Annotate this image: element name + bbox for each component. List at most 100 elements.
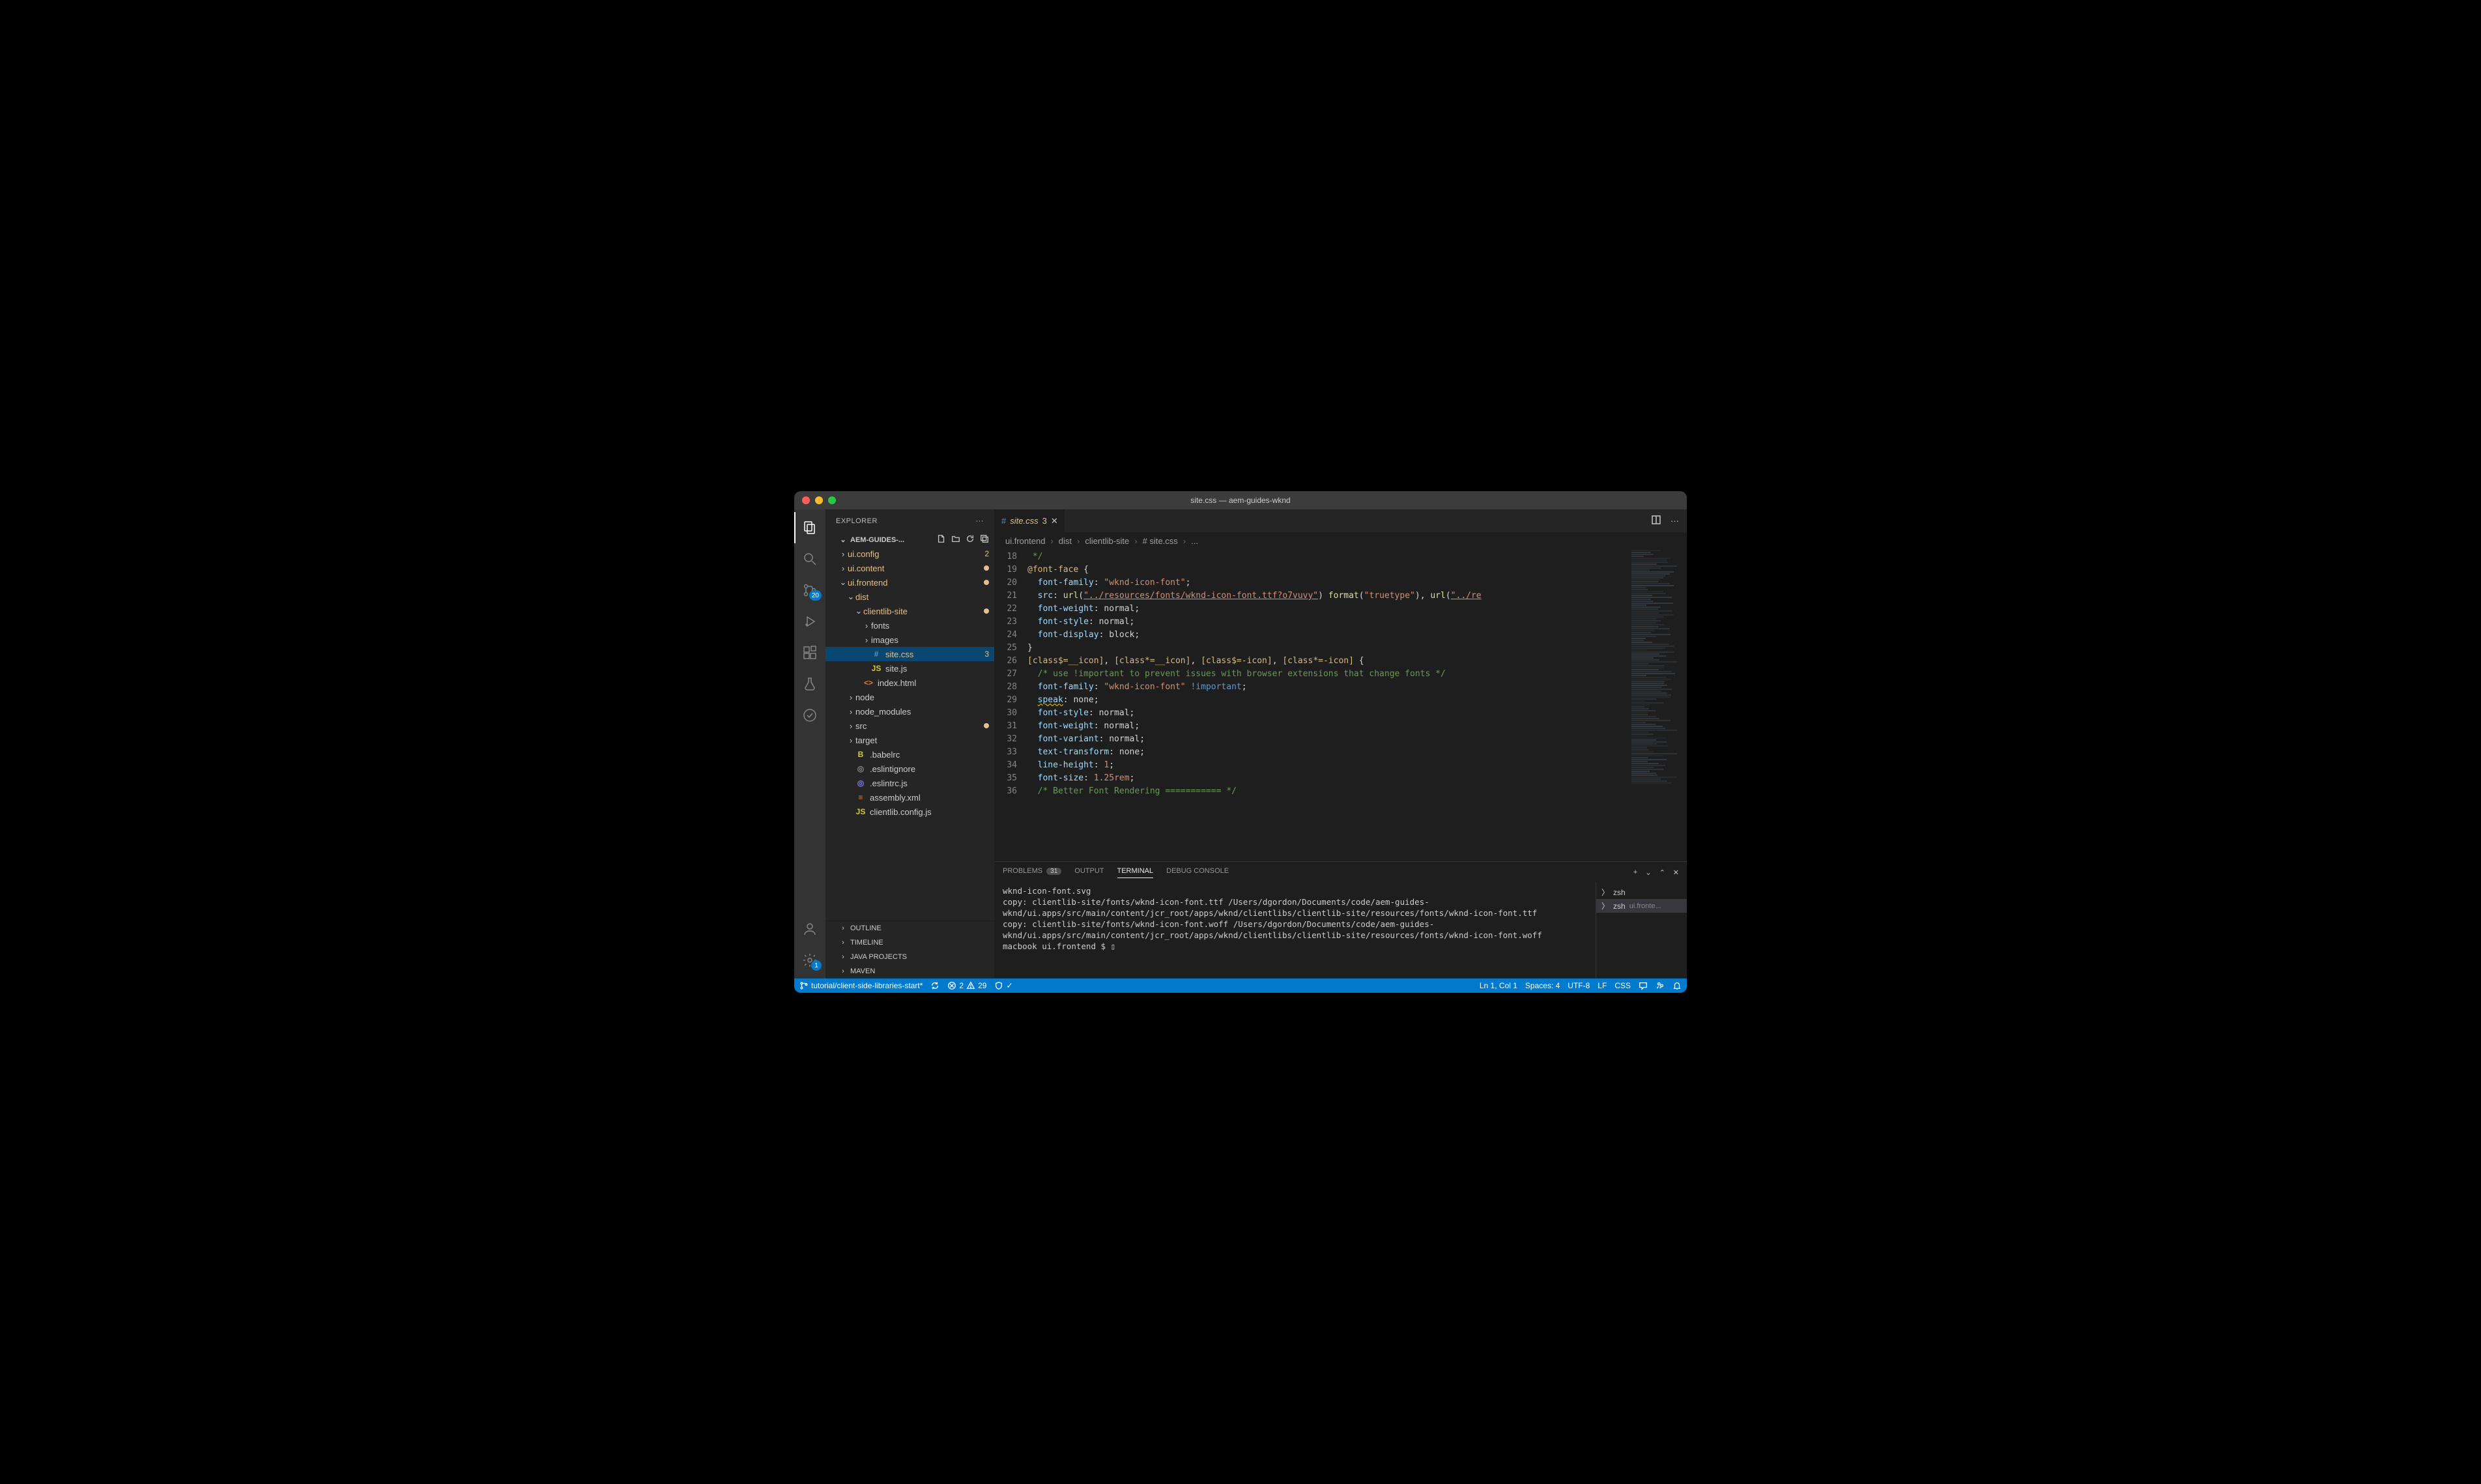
- breadcrumb-segment[interactable]: ...: [1191, 536, 1198, 546]
- tree-item-label: clientlib-site: [863, 606, 981, 616]
- problems-status[interactable]: 2 29: [947, 981, 986, 990]
- section-java-projects[interactable]: ›JAVA PROJECTS: [825, 950, 994, 964]
- live-share-icon[interactable]: [1656, 981, 1665, 990]
- git-branch[interactable]: tutorial/client-side-libraries-start*: [799, 981, 923, 990]
- breadcrumb-segment[interactable]: clientlib-site: [1085, 536, 1129, 546]
- tree-item-site-js[interactable]: JSsite.js: [825, 661, 994, 676]
- file-icon: JS: [855, 807, 866, 816]
- settings-icon[interactable]: 1: [794, 945, 825, 976]
- collapse-all-icon[interactable]: [980, 534, 989, 545]
- problems-tab[interactable]: PROBLEMS 31: [1003, 867, 1061, 878]
- search-icon[interactable]: [794, 543, 825, 575]
- tree-item-label: dist: [855, 592, 989, 602]
- tree-item-label: clientlib.config.js: [870, 807, 989, 817]
- breadcrumb[interactable]: ui.frontend›dist›clientlib-site›# site.c…: [995, 532, 1687, 549]
- terminal-tab[interactable]: TERMINAL: [1117, 867, 1154, 878]
- task-icon[interactable]: [794, 700, 825, 731]
- explorer-icon[interactable]: [794, 512, 825, 543]
- chevron-right-icon: ›: [1134, 536, 1137, 546]
- terminal-output[interactable]: wknd-icon-font.svg copy: clientlib-site/…: [995, 883, 1596, 978]
- tree-item-dist[interactable]: ⌄dist: [825, 590, 994, 604]
- file-icon: ≡: [855, 793, 866, 802]
- terminal-dropdown-icon[interactable]: ⌄: [1645, 868, 1651, 877]
- problems-count: 31: [1046, 868, 1061, 875]
- tree-item-ui-frontend[interactable]: ⌄ui.frontend: [825, 575, 994, 590]
- sidebar-footer-sections: ›OUTLINE›TIMELINE›JAVA PROJECTS›MAVEN: [825, 920, 994, 978]
- notifications-icon[interactable]: [1672, 981, 1682, 990]
- close-panel-icon[interactable]: ✕: [1673, 868, 1679, 877]
- tree-item-clientlib-config-js[interactable]: JS clientlib.config.js: [825, 805, 994, 819]
- new-folder-icon[interactable]: [951, 534, 960, 545]
- tree-item-label: ui.frontend: [848, 578, 981, 588]
- css-file-icon: #: [1001, 516, 1006, 526]
- terminal-instance[interactable]: 〉zsh ui.fronte...: [1596, 899, 1687, 913]
- indentation[interactable]: Spaces: 4: [1525, 981, 1560, 990]
- chevron-icon: ›: [846, 692, 855, 702]
- cursor-position[interactable]: Ln 1, Col 1: [1480, 981, 1517, 990]
- run-debug-icon[interactable]: [794, 606, 825, 637]
- encoding[interactable]: UTF-8: [1568, 981, 1590, 990]
- new-terminal-icon[interactable]: +: [1633, 868, 1637, 877]
- maximize-panel-icon[interactable]: ⌃: [1659, 868, 1665, 877]
- terminal-instance[interactable]: 〉zsh: [1596, 885, 1687, 899]
- tree-item-target[interactable]: ›target: [825, 733, 994, 747]
- section-outline[interactable]: ›OUTLINE: [825, 921, 994, 935]
- minimap[interactable]: [1628, 549, 1687, 861]
- tree-item--babelrc[interactable]: B.babelrc: [825, 747, 994, 762]
- file-icon: B: [855, 750, 866, 759]
- tree-item-clientlib-site[interactable]: ⌄clientlib-site: [825, 604, 994, 618]
- shield-icon[interactable]: ✓: [994, 981, 1012, 990]
- tree-item-ui-content[interactable]: ›ui.content: [825, 561, 994, 575]
- more-icon[interactable]: ···: [1671, 516, 1679, 526]
- tree-item-index-html[interactable]: <>index.html: [825, 676, 994, 690]
- section-maven[interactable]: ›MAVEN: [825, 964, 994, 978]
- tree-item-label: site.css: [885, 649, 982, 659]
- tree-item-fonts[interactable]: ›fonts: [825, 618, 994, 633]
- code-area[interactable]: 18192021222324252627282930313233343536 *…: [995, 549, 1687, 861]
- sync-icon[interactable]: [930, 981, 939, 990]
- eol[interactable]: LF: [1598, 981, 1607, 990]
- testing-icon[interactable]: [794, 668, 825, 700]
- project-header[interactable]: ⌄AEM-GUIDES-...: [825, 532, 994, 547]
- output-tab[interactable]: OUTPUT: [1074, 867, 1104, 878]
- chevron-right-icon: ›: [1077, 536, 1080, 546]
- breadcrumb-segment[interactable]: ui.frontend: [1005, 536, 1045, 546]
- split-editor-icon[interactable]: [1651, 515, 1661, 527]
- close-icon[interactable]: ✕: [1051, 516, 1058, 526]
- tree-item-ui-config[interactable]: ›ui.config2: [825, 547, 994, 561]
- chevron-icon: ⌄: [839, 577, 848, 588]
- code-content[interactable]: */@font-face { font-family: "wknd-icon-f…: [1027, 549, 1628, 861]
- new-file-icon[interactable]: [937, 534, 946, 545]
- tree-item-node-modules[interactable]: ›node_modules: [825, 704, 994, 719]
- tree-item-images[interactable]: ›images: [825, 633, 994, 647]
- breadcrumb-segment[interactable]: # site.css: [1143, 536, 1178, 546]
- editor-area: # site.css 3 ✕ ··· ui.frontend › dist › clie…: [995, 509, 1687, 978]
- tree-item-label: src: [855, 721, 981, 731]
- tree-item-assembly-xml[interactable]: ≡assembly.xml: [825, 790, 994, 805]
- sidebar-title: EXPLORER: [836, 517, 878, 525]
- language-mode[interactable]: CSS: [1614, 981, 1631, 990]
- feedback-icon[interactable]: [1639, 981, 1648, 990]
- window-body: 20: [794, 509, 1687, 978]
- chevron-icon: ›: [862, 635, 871, 645]
- line-gutter: 18192021222324252627282930313233343536: [995, 549, 1027, 861]
- source-control-icon[interactable]: 20: [794, 575, 825, 606]
- accounts-icon[interactable]: [794, 913, 825, 945]
- modified-dot-icon: [984, 723, 989, 728]
- tab-site-css[interactable]: # site.css 3 ✕: [995, 509, 1065, 532]
- extensions-icon[interactable]: [794, 637, 825, 668]
- breadcrumb-segment[interactable]: dist: [1059, 536, 1072, 546]
- chevron-icon: ›: [839, 564, 848, 573]
- refresh-icon[interactable]: [966, 534, 975, 545]
- debug-console-tab[interactable]: DEBUG CONSOLE: [1166, 867, 1229, 878]
- tree-item-label: images: [871, 635, 989, 645]
- tree-item-src[interactable]: ›src: [825, 719, 994, 733]
- chevron-icon: ›: [862, 621, 871, 631]
- file-icon: #: [871, 649, 882, 659]
- tree-item--eslintignore[interactable]: ◎.eslintignore: [825, 762, 994, 776]
- tree-item-node[interactable]: ›node: [825, 690, 994, 704]
- sidebar-more-icon[interactable]: ···: [976, 517, 984, 525]
- tree-item--eslintrc-js[interactable]: ◎.eslintrc.js: [825, 776, 994, 790]
- section-timeline[interactable]: ›TIMELINE: [825, 935, 994, 950]
- tree-item-site-css[interactable]: #site.css3: [825, 647, 994, 661]
